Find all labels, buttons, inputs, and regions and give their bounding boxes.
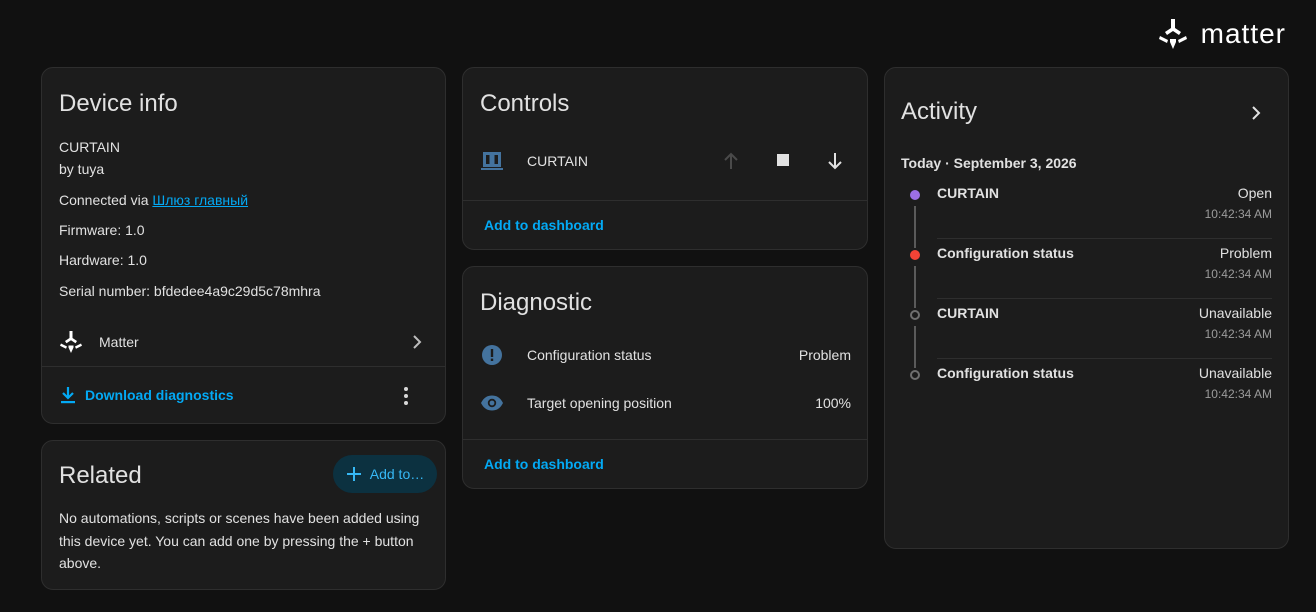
plus-icon [346,467,361,481]
event-state: Problem [1219,245,1272,261]
connected-via-label: Connected via [59,192,153,208]
brand-name: matter [1200,18,1286,49]
open-cover-icon[interactable] [721,151,741,171]
event-time: 10:42:34 AM [1204,327,1272,341]
timeline-connector [914,266,916,308]
firmware-version: Firmware: 1.0 [59,222,145,238]
device-manufacturer: by tuya [59,161,105,177]
event-entity: Configuration status [937,365,1074,381]
device-info-title: Device info [59,90,178,117]
download-icon [61,387,75,404]
diagnostic-value: 100% [815,395,851,411]
download-diagnostics-button[interactable]: Download diagnostics [59,386,234,404]
close-cover-icon[interactable] [825,151,845,171]
timeline-dot [910,370,920,380]
diagnostic-label: Target opening position [527,395,672,411]
activity-event[interactable]: Configuration status Problem 10:42:34 AM [937,239,1272,299]
device-page: matter Device info CURTAIN by tuya Conne… [0,0,1316,612]
eye-icon [481,395,503,411]
activity-event[interactable]: CURTAIN Unavailable 10:42:34 AM [937,299,1272,359]
timeline-dot [910,190,920,200]
timeline-dot [910,310,920,320]
event-state: Unavailable [1198,305,1272,321]
device-model: CURTAIN [59,139,120,155]
event-time: 10:42:34 AM [1204,207,1272,221]
event-state: Unavailable [1198,365,1272,381]
event-entity: Configuration status [937,245,1074,261]
serial-number: Serial number: bfdedee4a9c29d5c78mhra [59,283,321,299]
diagnostic-row-config-status[interactable]: Configuration status Problem [463,337,867,373]
activity-card: Activity Today · September 3, 2026 CURTA… [884,67,1289,549]
device-info-card: Device info CURTAIN by tuya Connected vi… [41,67,446,424]
curtain-icon [481,152,503,170]
more-vert-icon[interactable] [397,386,415,406]
timeline-connector [914,206,916,248]
event-entity: CURTAIN [937,185,999,201]
add-to-button[interactable]: Add to… [333,455,437,493]
timeline-dot [910,250,920,260]
integration-label: Matter [99,334,139,350]
event-state: Open [1237,185,1272,201]
controls-card: Controls CURTAIN Add to dashboard [462,67,868,250]
diagnostic-label: Configuration status [527,347,652,363]
diagnostic-divider [463,439,867,440]
add-to-label: Add to… [369,466,425,482]
activity-event[interactable]: Configuration status Unavailable 10:42:3… [937,359,1272,419]
diagnostic-row-target-position[interactable]: Target opening position 100% [463,385,867,421]
hardware-version: Hardware: 1.0 [59,252,147,268]
activity-chevron-right-icon[interactable] [1248,105,1264,121]
activity-event[interactable]: CURTAIN Open 10:42:34 AM [937,179,1272,239]
hub-link[interactable]: Шлюз главный [152,192,248,208]
controls-divider [463,200,867,201]
connected-via: Connected via Шлюз главный [59,192,248,208]
related-title: Related [59,462,142,489]
diagnostic-value: Problem [798,347,851,363]
activity-title: Activity [901,98,978,125]
related-empty-message: No automations, scripts or scenes have b… [59,510,420,571]
diagnostic-title: Diagnostic [480,289,593,316]
related-card: Related Add to… No automations, scripts … [41,440,446,590]
stop-cover-icon[interactable] [776,153,790,167]
device-info-divider [42,366,445,367]
diagnostic-add-to-dashboard-button[interactable]: Add to dashboard [484,456,604,472]
controls-title: Controls [480,90,570,117]
activity-date: Today · September 3, 2026 [901,155,1077,171]
event-entity: CURTAIN [937,305,999,321]
event-time: 10:42:34 AM [1204,387,1272,401]
diagnostic-card: Diagnostic Configuration status Problem … [462,266,868,489]
curtain-entity-name[interactable]: CURTAIN [527,153,588,169]
matter-logo-icon [1158,19,1187,49]
matter-logo: matter [1157,18,1286,50]
timeline-connector [914,326,916,368]
matter-icon [60,331,82,353]
alert-circle-icon [482,345,502,365]
integration-row[interactable]: Matter [42,320,445,364]
event-time: 10:42:34 AM [1204,267,1272,281]
controls-add-to-dashboard-button[interactable]: Add to dashboard [484,217,604,233]
chevron-right-icon [413,335,422,349]
download-diagnostics-label: Download diagnostics [85,387,234,403]
